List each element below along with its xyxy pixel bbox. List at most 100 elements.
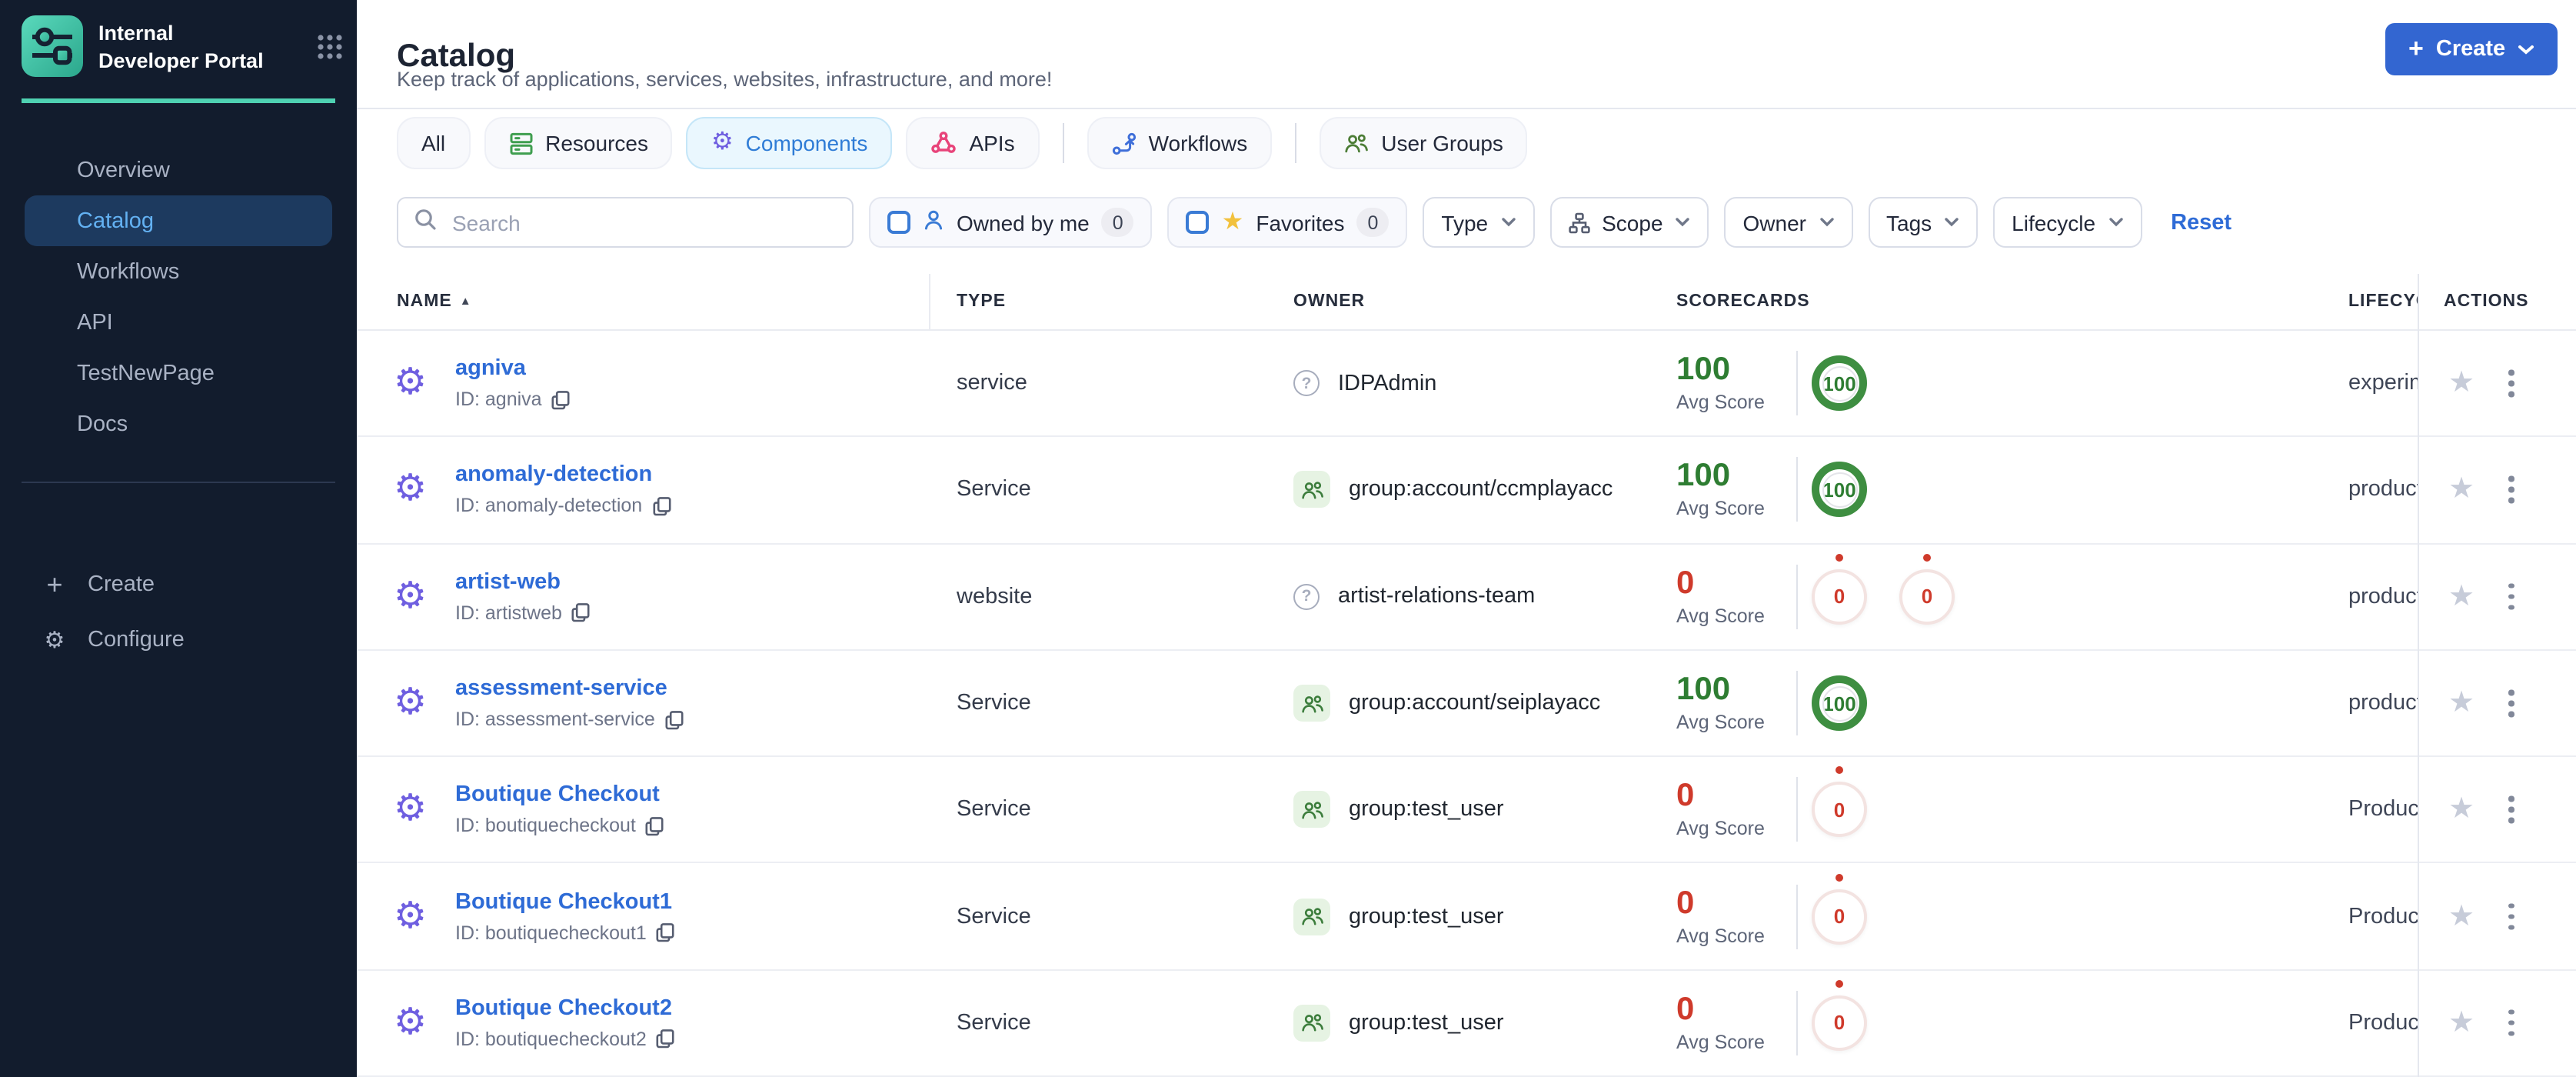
column-header-lifecycle[interactable]: LIFECYCLE — [2348, 292, 2418, 311]
favorite-star-icon[interactable]: ★ — [2448, 902, 2474, 931]
scorecard-badges: 100 — [1812, 675, 1867, 732]
entity-id-label: ID: anomaly-detection — [455, 495, 643, 517]
avg-score: 0 Avg Score — [1676, 566, 1793, 626]
copy-icon[interactable] — [656, 922, 676, 942]
row-menu-kebab-icon[interactable] — [2502, 684, 2520, 723]
header-divider — [357, 108, 2576, 109]
name-block: Boutique Checkout1 ID: boutiquecheckout1 — [455, 889, 676, 943]
row-menu-kebab-icon[interactable] — [2502, 364, 2520, 403]
filter-tags[interactable]: Tags — [1868, 197, 1979, 248]
entity-name-link[interactable]: anomaly-detection — [455, 463, 671, 488]
scope-icon — [1568, 212, 1589, 233]
avg-score: 0 Avg Score — [1676, 993, 1793, 1053]
copy-icon[interactable] — [651, 496, 671, 516]
entity-name-link[interactable]: assessment-service — [455, 676, 684, 701]
apps-grid-icon[interactable] — [315, 32, 344, 69]
scorecard-badge[interactable]: 0 — [1812, 766, 1867, 838]
scorecard-badge[interactable]: 0 — [1812, 873, 1867, 945]
favorite-star-icon[interactable]: ★ — [2448, 689, 2474, 718]
row-menu-kebab-icon[interactable] — [2502, 577, 2520, 616]
column-header-type[interactable]: TYPE — [957, 292, 1006, 311]
scorecard-badge[interactable]: 100 — [1812, 355, 1867, 412]
column-header-owner[interactable]: OWNER — [1293, 292, 1365, 311]
owned-by-me-filter[interactable]: Owned by me 0 — [869, 197, 1153, 248]
row-menu-kebab-icon[interactable] — [2502, 790, 2520, 829]
column-header-scorecards[interactable]: SCORECARDS — [1676, 292, 1810, 311]
entity-id-label: ID: artistweb — [455, 602, 562, 624]
copy-icon[interactable] — [656, 1029, 676, 1049]
column-header-name[interactable]: NAME ▲ — [397, 292, 472, 311]
owner-label: group:test_user — [1349, 904, 1504, 929]
entity-id: ID: boutiquecheckout2 — [455, 1029, 676, 1050]
row-menu-kebab-icon[interactable] — [2502, 470, 2520, 509]
app-logo-icon — [22, 15, 83, 85]
sidebar-item-testnewpage[interactable]: TestNewPage — [0, 348, 357, 398]
scorecard-badge[interactable]: 0 — [1812, 553, 1867, 625]
sidebar-item-overview[interactable]: Overview — [0, 145, 357, 195]
favorite-star-icon[interactable]: ★ — [2448, 368, 2474, 398]
row-menu-kebab-icon[interactable] — [2502, 1003, 2520, 1042]
reset-filters-link[interactable]: Reset — [2171, 210, 2232, 235]
scorecard-badge-value: 100 — [1812, 355, 1867, 412]
alert-dot-icon — [1835, 553, 1843, 562]
owned-by-me-checkbox[interactable] — [887, 211, 910, 234]
copy-icon[interactable] — [571, 602, 591, 622]
sort-asc-icon: ▲ — [459, 293, 472, 307]
avg-score-value: 100 — [1676, 672, 1731, 708]
entity-lifecycle: production — [2348, 691, 2418, 716]
group-icon — [1293, 685, 1330, 722]
search-box[interactable] — [397, 197, 854, 248]
entity-name-link[interactable]: artist-web — [455, 569, 591, 594]
sidebar-item-api[interactable]: API — [0, 297, 357, 348]
filter-scope[interactable]: Scope — [1549, 197, 1709, 248]
avg-score-label: Avg Score — [1676, 498, 1765, 520]
filter-lifecycle[interactable]: Lifecycle — [1993, 197, 2142, 248]
help-icon: ? — [1293, 583, 1320, 610]
entity-name-link[interactable]: Boutique Checkout2 — [455, 996, 676, 1021]
sidebar-item-catalog[interactable]: Catalog — [25, 195, 332, 246]
entity-type: Service — [957, 691, 1031, 716]
entity-id: ID: agniva — [455, 388, 571, 410]
tab-components[interactable]: ⚙ Components — [686, 117, 893, 169]
favorite-star-icon[interactable]: ★ — [2448, 1009, 2474, 1038]
tab-resources[interactable]: Resources — [484, 117, 673, 169]
scorecard-badges: 00 — [1812, 553, 1955, 625]
chevron-down-icon — [1944, 217, 1959, 228]
search-input[interactable] — [449, 208, 837, 236]
entity-name-link[interactable]: Boutique Checkout — [455, 783, 665, 808]
tab-user-groups[interactable]: User Groups — [1320, 117, 1528, 169]
entity-id: ID: artistweb — [455, 602, 591, 623]
tab-all[interactable]: All — [397, 117, 471, 169]
filter-owner[interactable]: Owner — [1724, 197, 1852, 248]
copy-icon[interactable] — [551, 389, 571, 409]
sidebar-item-workflows[interactable]: Workflows — [0, 246, 357, 297]
entity-name-link[interactable]: Boutique Checkout1 — [455, 889, 676, 914]
entity-name-link[interactable]: agniva — [455, 356, 571, 381]
copy-icon[interactable] — [645, 816, 665, 836]
favorites-filter[interactable]: ★ Favorites 0 — [1167, 197, 1408, 248]
favorite-star-icon[interactable]: ★ — [2448, 795, 2474, 825]
entity-id-label: ID: assessment-service — [455, 709, 655, 731]
scorecard-badge[interactable]: 100 — [1812, 675, 1867, 732]
tab-workflows[interactable]: Workflows — [1087, 117, 1273, 169]
owner-label: group:test_user — [1349, 1010, 1504, 1035]
tab-apis[interactable]: APIs — [906, 117, 1040, 169]
favorite-star-icon[interactable]: ★ — [2448, 582, 2474, 611]
component-gear-icon: ⚙ — [394, 1001, 428, 1043]
sidebar-item-create[interactable]: + Create — [0, 557, 357, 612]
sidebar-item-configure[interactable]: ⚙ Configure — [0, 612, 357, 668]
filter-type[interactable]: Type — [1423, 197, 1535, 248]
table-row: ⚙ artist-web ID: artistweb website? artist-r… — [357, 544, 2576, 651]
copy-icon[interactable] — [664, 709, 684, 729]
row-menu-kebab-icon[interactable] — [2502, 897, 2520, 936]
scorecard-badge[interactable]: 0 — [1812, 979, 1867, 1051]
sidebar-item-docs[interactable]: Docs — [0, 398, 357, 449]
favorite-star-icon[interactable]: ★ — [2448, 475, 2474, 505]
create-button[interactable]: + Create — [2385, 23, 2558, 75]
favorites-checkbox[interactable] — [1186, 211, 1210, 234]
scorecard-badge[interactable]: 100 — [1812, 462, 1867, 518]
scorecard-badge[interactable]: 0 — [1899, 553, 1955, 625]
entity-type: Service — [957, 1010, 1031, 1035]
tab-label: APIs — [969, 131, 1015, 155]
avg-score-value: 0 — [1676, 991, 1695, 1027]
